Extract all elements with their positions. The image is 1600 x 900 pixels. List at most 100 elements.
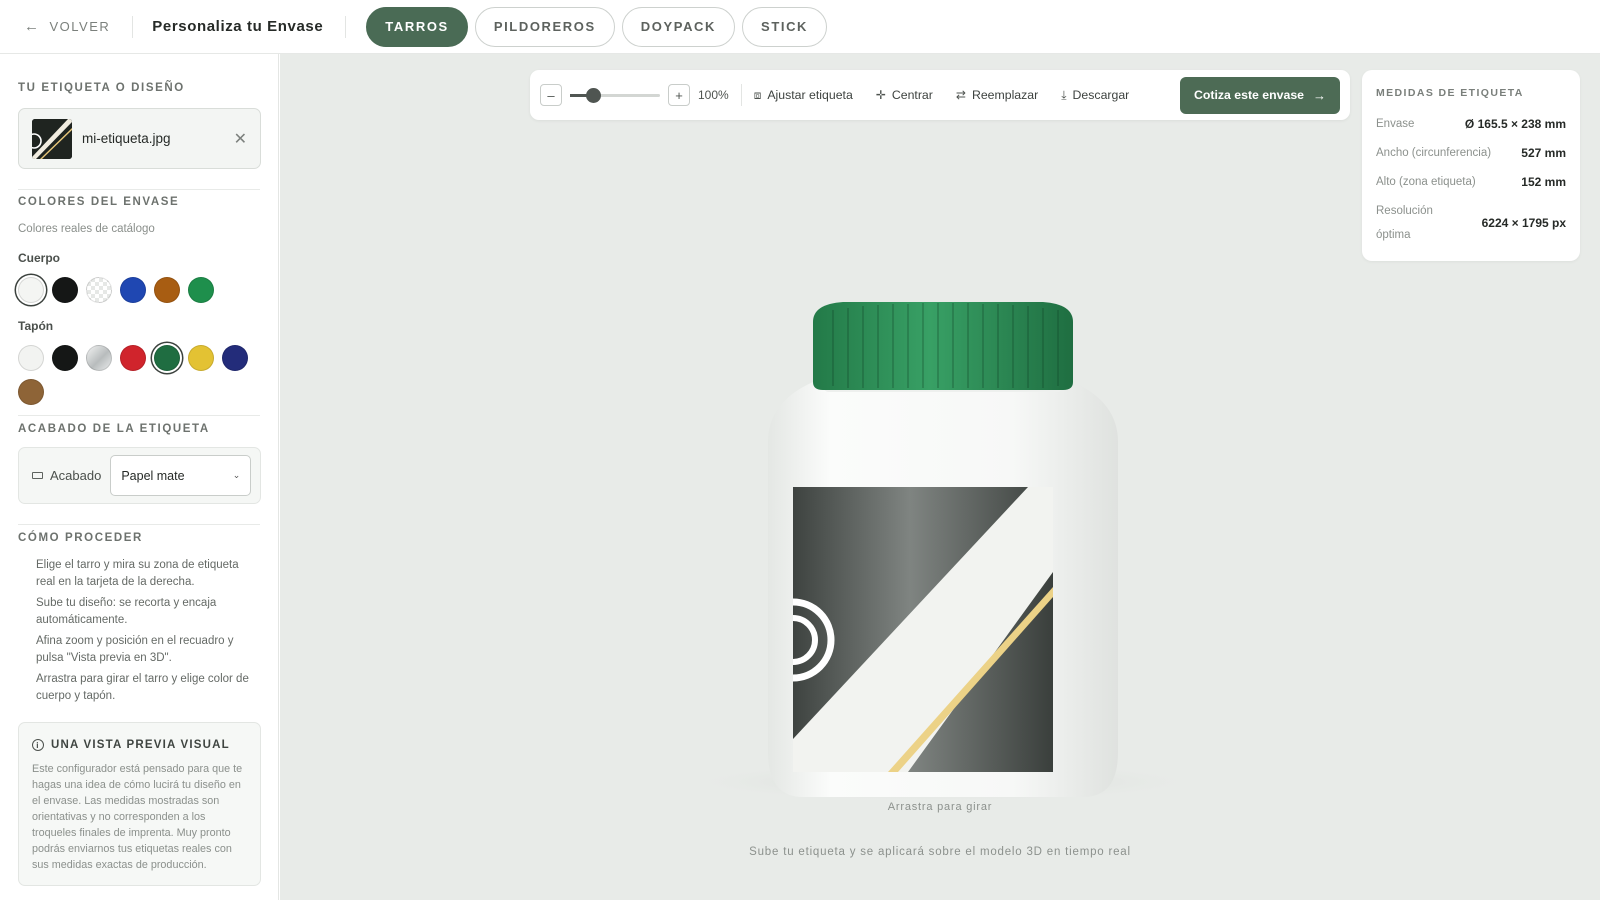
body-color-swatch[interactable] (120, 277, 146, 303)
zoom-slider-knob[interactable] (585, 87, 601, 103)
product-tabs: TARROS PILDOREROS DOYPACK STICK (366, 6, 828, 47)
zoom-value: 100% (698, 88, 729, 102)
top-bar: ← VOLVER Personaliza tu Envase TARROS PI… (0, 0, 1600, 54)
step-item: Elige el tarro y mira su zona de etiquet… (36, 559, 239, 588)
arrow-right-icon: → (1313, 87, 1326, 103)
cap-color-swatch[interactable] (18, 345, 44, 371)
measure-value: 6224 × 1795 px (1481, 216, 1566, 230)
cap-color-swatches (18, 345, 268, 405)
download-label-text: Descargar (1072, 88, 1130, 102)
measure-label: Alto (zona etiqueta) (1376, 176, 1476, 188)
label-rect-icon (32, 472, 43, 479)
measure-row: Envase Ø 165.5 × 238 mm (1376, 112, 1566, 136)
sidebar: TU ETIQUETA O DISEÑO mi-etiqueta.jpg ✕ C… (0, 54, 279, 900)
replace-label-text: Reemplazar (971, 88, 1039, 102)
info-body: Este configurador está pensado para que … (32, 763, 243, 871)
cap-color-swatch[interactable] (154, 345, 180, 371)
steps-list: Elige el tarro y mira su zona de etiquet… (18, 557, 260, 704)
arrow-left-icon: ← (24, 18, 41, 35)
how-section-title: CÓMO PROCEDER (18, 532, 143, 544)
divider (740, 84, 742, 106)
replace-icon: ⇄ (955, 88, 966, 102)
chevron-down-icon: ⌄ (232, 470, 241, 480)
uploaded-file-card: mi-etiqueta.jpg ✕ (18, 108, 261, 169)
tab-pildoreros[interactable]: PILDOREROS (474, 6, 615, 47)
preview-canvas[interactable]: – + 100% ⧈ Ajustar etiqueta ✛ Centrar ⇄ … (280, 54, 1600, 900)
step-item: Afina zoom y posición en el recuadro y p… (36, 635, 234, 664)
cap-color-swatch[interactable] (86, 345, 112, 371)
body-color-swatch[interactable] (52, 277, 78, 303)
fit-frame-icon: ⧈ (753, 87, 762, 102)
info-box: i UNA VISTA PREVIA VISUAL Este configura… (18, 722, 261, 886)
editor-toolbar: – + 100% ⧈ Ajustar etiqueta ✛ Centrar ⇄ … (530, 70, 1350, 120)
tab-tarros[interactable]: TARROS (366, 6, 468, 47)
measure-label: Envase (1376, 118, 1415, 130)
info-icon: i (32, 739, 44, 751)
divider (345, 15, 347, 38)
back-button[interactable]: ← VOLVER (24, 18, 110, 35)
colors-section-title: COLORES DEL ENVASE (18, 196, 180, 208)
download-icon: ⤓ (1061, 87, 1067, 102)
drag-hint: Arrastra para girar (887, 801, 993, 813)
measure-row: Ancho (circunferencia) 527 mm (1376, 141, 1566, 165)
measure-row: Alto (zona etiqueta) 152 mm (1376, 170, 1566, 194)
measure-value: 152 mm (1521, 175, 1566, 189)
divider (132, 15, 134, 38)
finish-control: Acabado Papel mate ⌄ (18, 447, 261, 504)
info-title: UNA VISTA PREVIA VISUAL (51, 739, 230, 751)
jar-3d-model[interactable] (673, 242, 1213, 827)
cap-color-swatch[interactable] (188, 345, 214, 371)
finish-label-text: Acabado (50, 468, 102, 483)
body-color-swatches (18, 277, 268, 303)
divider (18, 415, 260, 416)
cap-color-swatch[interactable] (120, 345, 146, 371)
measure-row: Resolución óptima 6224 × 1795 px (1376, 199, 1566, 247)
body-color-label: Cuerpo (18, 251, 60, 265)
finish-select[interactable]: Papel mate ⌄ (110, 455, 252, 496)
tab-doypack[interactable]: DOYPACK (621, 6, 736, 47)
center-label-text: Centrar (891, 88, 933, 102)
design-section-title: TU ETIQUETA O DISEÑO (18, 82, 185, 94)
file-name: mi-etiqueta.jpg (82, 131, 171, 146)
finish-section-title: ACABADO DE LA ETIQUETA (18, 423, 210, 435)
body-color-swatch[interactable] (154, 277, 180, 303)
cap-color-label: Tapón (18, 319, 54, 333)
replace-button[interactable]: ⇄ Reemplazar (956, 88, 1038, 102)
info-header: i UNA VISTA PREVIA VISUAL (32, 739, 247, 751)
crosshair-icon: ✛ (875, 88, 886, 102)
body-color-swatch[interactable] (86, 277, 112, 303)
body-color-swatch[interactable] (18, 277, 44, 303)
cap-color-swatch[interactable] (18, 379, 44, 405)
measures-card: MEDIDAS DE ETIQUETA Envase Ø 165.5 × 238… (1362, 70, 1580, 261)
divider (18, 189, 260, 190)
colors-subtitle: Colores reales de catálogo (18, 223, 155, 235)
body-color-swatch[interactable] (188, 277, 214, 303)
fit-label-button[interactable]: ⧈ Ajustar etiqueta (754, 88, 853, 103)
fit-label-text: Ajustar etiqueta (767, 88, 853, 102)
measure-label: Ancho (circunferencia) (1376, 147, 1492, 159)
step-item: Sube tu diseño: se recorta y encaja auto… (36, 597, 217, 626)
measure-value: Ø 165.5 × 238 mm (1464, 117, 1566, 131)
file-thumbnail (32, 118, 72, 159)
tab-stick[interactable]: STICK (742, 6, 828, 47)
close-icon[interactable]: ✕ (234, 129, 247, 149)
zoom-out-button[interactable]: – (540, 84, 562, 106)
quote-button[interactable]: Cotiza este envase → (1179, 76, 1340, 114)
finish-label: Acabado (32, 468, 101, 483)
quote-button-label: Cotiza este envase (1193, 88, 1304, 102)
measures-title: MEDIDAS DE ETIQUETA (1376, 87, 1524, 99)
measure-label: Resolución óptima (1376, 205, 1433, 241)
zoom-slider[interactable] (570, 87, 660, 103)
page-title: Personaliza tu Envase (152, 18, 324, 35)
download-button[interactable]: ⤓ Descargar (1061, 88, 1129, 103)
divider (18, 524, 260, 525)
cap-color-swatch[interactable] (52, 345, 78, 371)
upload-hint: Sube tu etiqueta y se aplicará sobre el … (749, 846, 1131, 858)
finish-select-value: Papel mate (121, 468, 185, 483)
zoom-in-button[interactable]: + (668, 84, 690, 106)
step-item: Arrastra para girar el tarro y elige col… (36, 673, 249, 702)
center-button[interactable]: ✛ Centrar (876, 88, 933, 102)
measure-value: 527 mm (1521, 146, 1566, 160)
back-label: VOLVER (49, 19, 111, 34)
cap-color-swatch[interactable] (222, 345, 248, 371)
